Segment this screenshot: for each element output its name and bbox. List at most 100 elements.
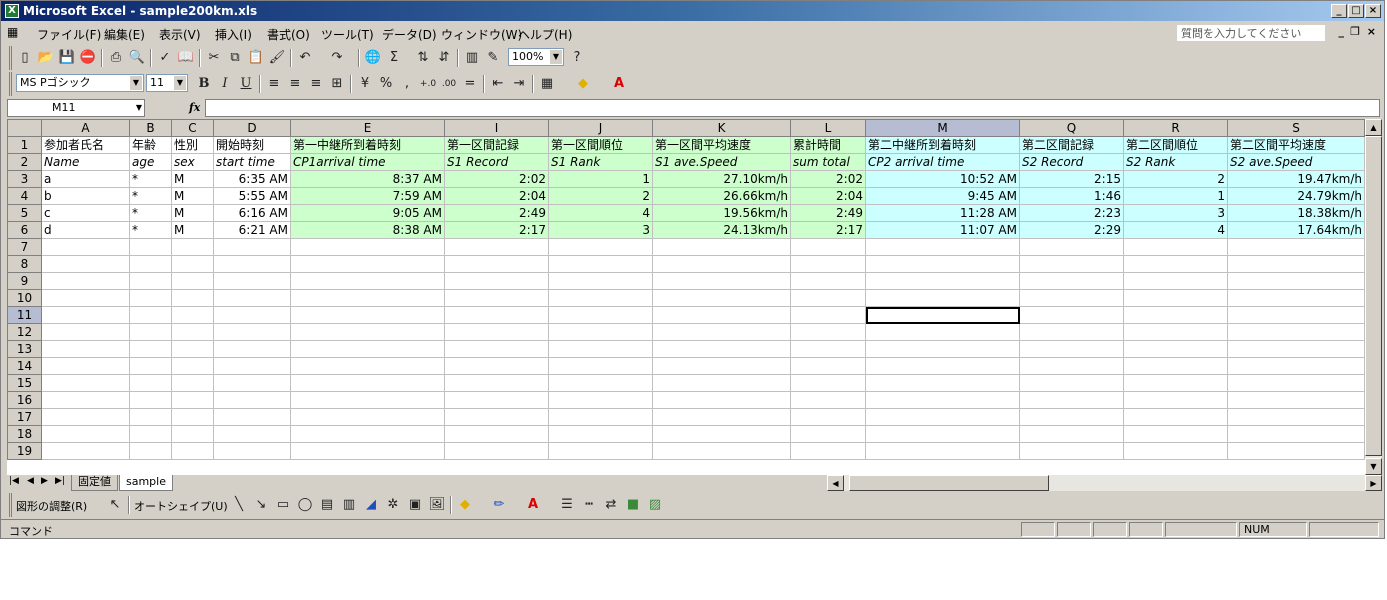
sort-descending-icon[interactable]: ⇵ (435, 49, 453, 67)
row-header[interactable]: 7 (7, 238, 42, 256)
cell-S6[interactable]: 17.64km/h (1227, 221, 1365, 239)
cell-L19[interactable] (790, 442, 866, 460)
textbox-icon[interactable]: ▤ (318, 496, 336, 514)
arrow-icon[interactable]: ↘ (252, 496, 270, 514)
cell-Q11[interactable] (1019, 306, 1124, 324)
cell-B9[interactable] (129, 272, 172, 290)
cell-J17[interactable] (548, 408, 653, 426)
cell-D3[interactable]: 6:35 AM (213, 170, 291, 188)
font-color-icon[interactable]: A (610, 75, 628, 93)
cell-K3[interactable]: 27.10km/h (652, 170, 791, 188)
cell-I2[interactable]: S1 Record (444, 153, 549, 171)
cell-Q17[interactable] (1019, 408, 1124, 426)
cell-K10[interactable] (652, 289, 791, 307)
cell-D9[interactable] (213, 272, 291, 290)
cell-L1[interactable]: 累計時間 (790, 136, 866, 154)
scroll-up-icon[interactable]: ▲ (1365, 119, 1382, 136)
cell-K2[interactable]: S1 ave.Speed (652, 153, 791, 171)
cell-S2[interactable]: S2 ave.Speed (1227, 153, 1365, 171)
cell-Q1[interactable]: 第二区間記録 (1019, 136, 1124, 154)
menu-insert[interactable]: 挿入(I) (215, 26, 252, 43)
cell-D1[interactable]: 開始時刻 (213, 136, 291, 154)
column-header-M[interactable]: M (865, 119, 1020, 137)
cell-S3[interactable]: 19.47km/h (1227, 170, 1365, 188)
cell-D11[interactable] (213, 306, 291, 324)
diagram-icon[interactable]: ✲ (384, 496, 402, 514)
cell-B2[interactable]: age (129, 153, 172, 171)
draw-menu-button[interactable]: 図形の調整(R) (16, 498, 87, 514)
column-header-B[interactable]: B (129, 119, 172, 137)
cell-I14[interactable] (444, 357, 549, 375)
cell-I10[interactable] (444, 289, 549, 307)
cell-B17[interactable] (129, 408, 172, 426)
cell-C13[interactable] (171, 340, 214, 358)
help-icon[interactable]: ? (568, 49, 586, 67)
cell-R15[interactable] (1123, 374, 1228, 392)
scroll-down-icon[interactable]: ▼ (1365, 458, 1382, 475)
prev-sheet-icon[interactable]: ◀ (27, 476, 34, 486)
cell-S16[interactable] (1227, 391, 1365, 409)
align-left-icon[interactable]: ≡ (265, 75, 283, 93)
row-header[interactable]: 6 (7, 221, 42, 239)
column-header-S[interactable]: S (1227, 119, 1365, 137)
cell-J8[interactable] (548, 255, 653, 273)
cell-D16[interactable] (213, 391, 291, 409)
cell-S1[interactable]: 第二区間平均速度 (1227, 136, 1365, 154)
cell-E12[interactable] (290, 323, 445, 341)
cell-J9[interactable] (548, 272, 653, 290)
cell-C10[interactable] (171, 289, 214, 307)
row-header[interactable]: 12 (7, 323, 42, 341)
scroll-left-icon[interactable]: ◀ (827, 475, 844, 491)
cell-E7[interactable] (290, 238, 445, 256)
cell-D10[interactable] (213, 289, 291, 307)
cell-J10[interactable] (548, 289, 653, 307)
cell-D12[interactable] (213, 323, 291, 341)
cell-B16[interactable] (129, 391, 172, 409)
cell-J19[interactable] (548, 442, 653, 460)
cell-C9[interactable] (171, 272, 214, 290)
cell-C2[interactable]: sex (171, 153, 214, 171)
cell-B3[interactable]: * (129, 170, 172, 188)
cell-J6[interactable]: 3 (548, 221, 653, 239)
cell-A11[interactable] (41, 306, 130, 324)
cell-C8[interactable] (171, 255, 214, 273)
decrease-indent-icon[interactable]: ⇤ (489, 75, 507, 93)
cell-A7[interactable] (41, 238, 130, 256)
cell-R4[interactable]: 1 (1123, 187, 1228, 205)
menu-help[interactable]: ヘルプ(H) (518, 26, 572, 43)
autosum-icon[interactable]: Σ (385, 49, 403, 67)
line-style-icon[interactable]: ☰ (558, 496, 576, 514)
dash-style-icon[interactable]: ┅ (580, 496, 598, 514)
cell-Q3[interactable]: 2:15 (1019, 170, 1124, 188)
cell-B7[interactable] (129, 238, 172, 256)
vertical-scroll-thumb[interactable] (1365, 136, 1382, 456)
select-objects-icon[interactable]: ↖ (106, 496, 124, 514)
cell-Q5[interactable]: 2:23 (1019, 204, 1124, 222)
cell-B10[interactable] (129, 289, 172, 307)
cell-M7[interactable] (865, 238, 1020, 256)
horizontal-scroll-thumb[interactable] (849, 475, 1049, 491)
cell-R18[interactable] (1123, 425, 1228, 443)
cell-S15[interactable] (1227, 374, 1365, 392)
spelling-icon[interactable]: ✓ (156, 49, 174, 67)
name-box[interactable]: M11 ▼ (7, 99, 145, 117)
cell-I17[interactable] (444, 408, 549, 426)
cell-E4[interactable]: 7:59 AM (290, 187, 445, 205)
3d-icon[interactable]: ▨ (646, 496, 664, 514)
cell-M14[interactable] (865, 357, 1020, 375)
cell-C11[interactable] (171, 306, 214, 324)
line-color-icon[interactable]: ✏ (490, 496, 508, 514)
cell-E2[interactable]: CP1arrival time (290, 153, 445, 171)
maximize-button[interactable]: □ (1348, 4, 1364, 18)
cell-Q10[interactable] (1019, 289, 1124, 307)
cell-B1[interactable]: 年齢 (129, 136, 172, 154)
cell-Q14[interactable] (1019, 357, 1124, 375)
cell-D4[interactable]: 5:55 AM (213, 187, 291, 205)
autoshape-menu-button[interactable]: オートシェイプ(U) (134, 498, 228, 514)
cell-D8[interactable] (213, 255, 291, 273)
row-header[interactable]: 19 (7, 442, 42, 460)
underline-button[interactable]: U (237, 75, 255, 93)
column-header-L[interactable]: L (790, 119, 866, 137)
cell-K18[interactable] (652, 425, 791, 443)
chart-wizard-icon[interactable]: ▥ (463, 49, 481, 67)
